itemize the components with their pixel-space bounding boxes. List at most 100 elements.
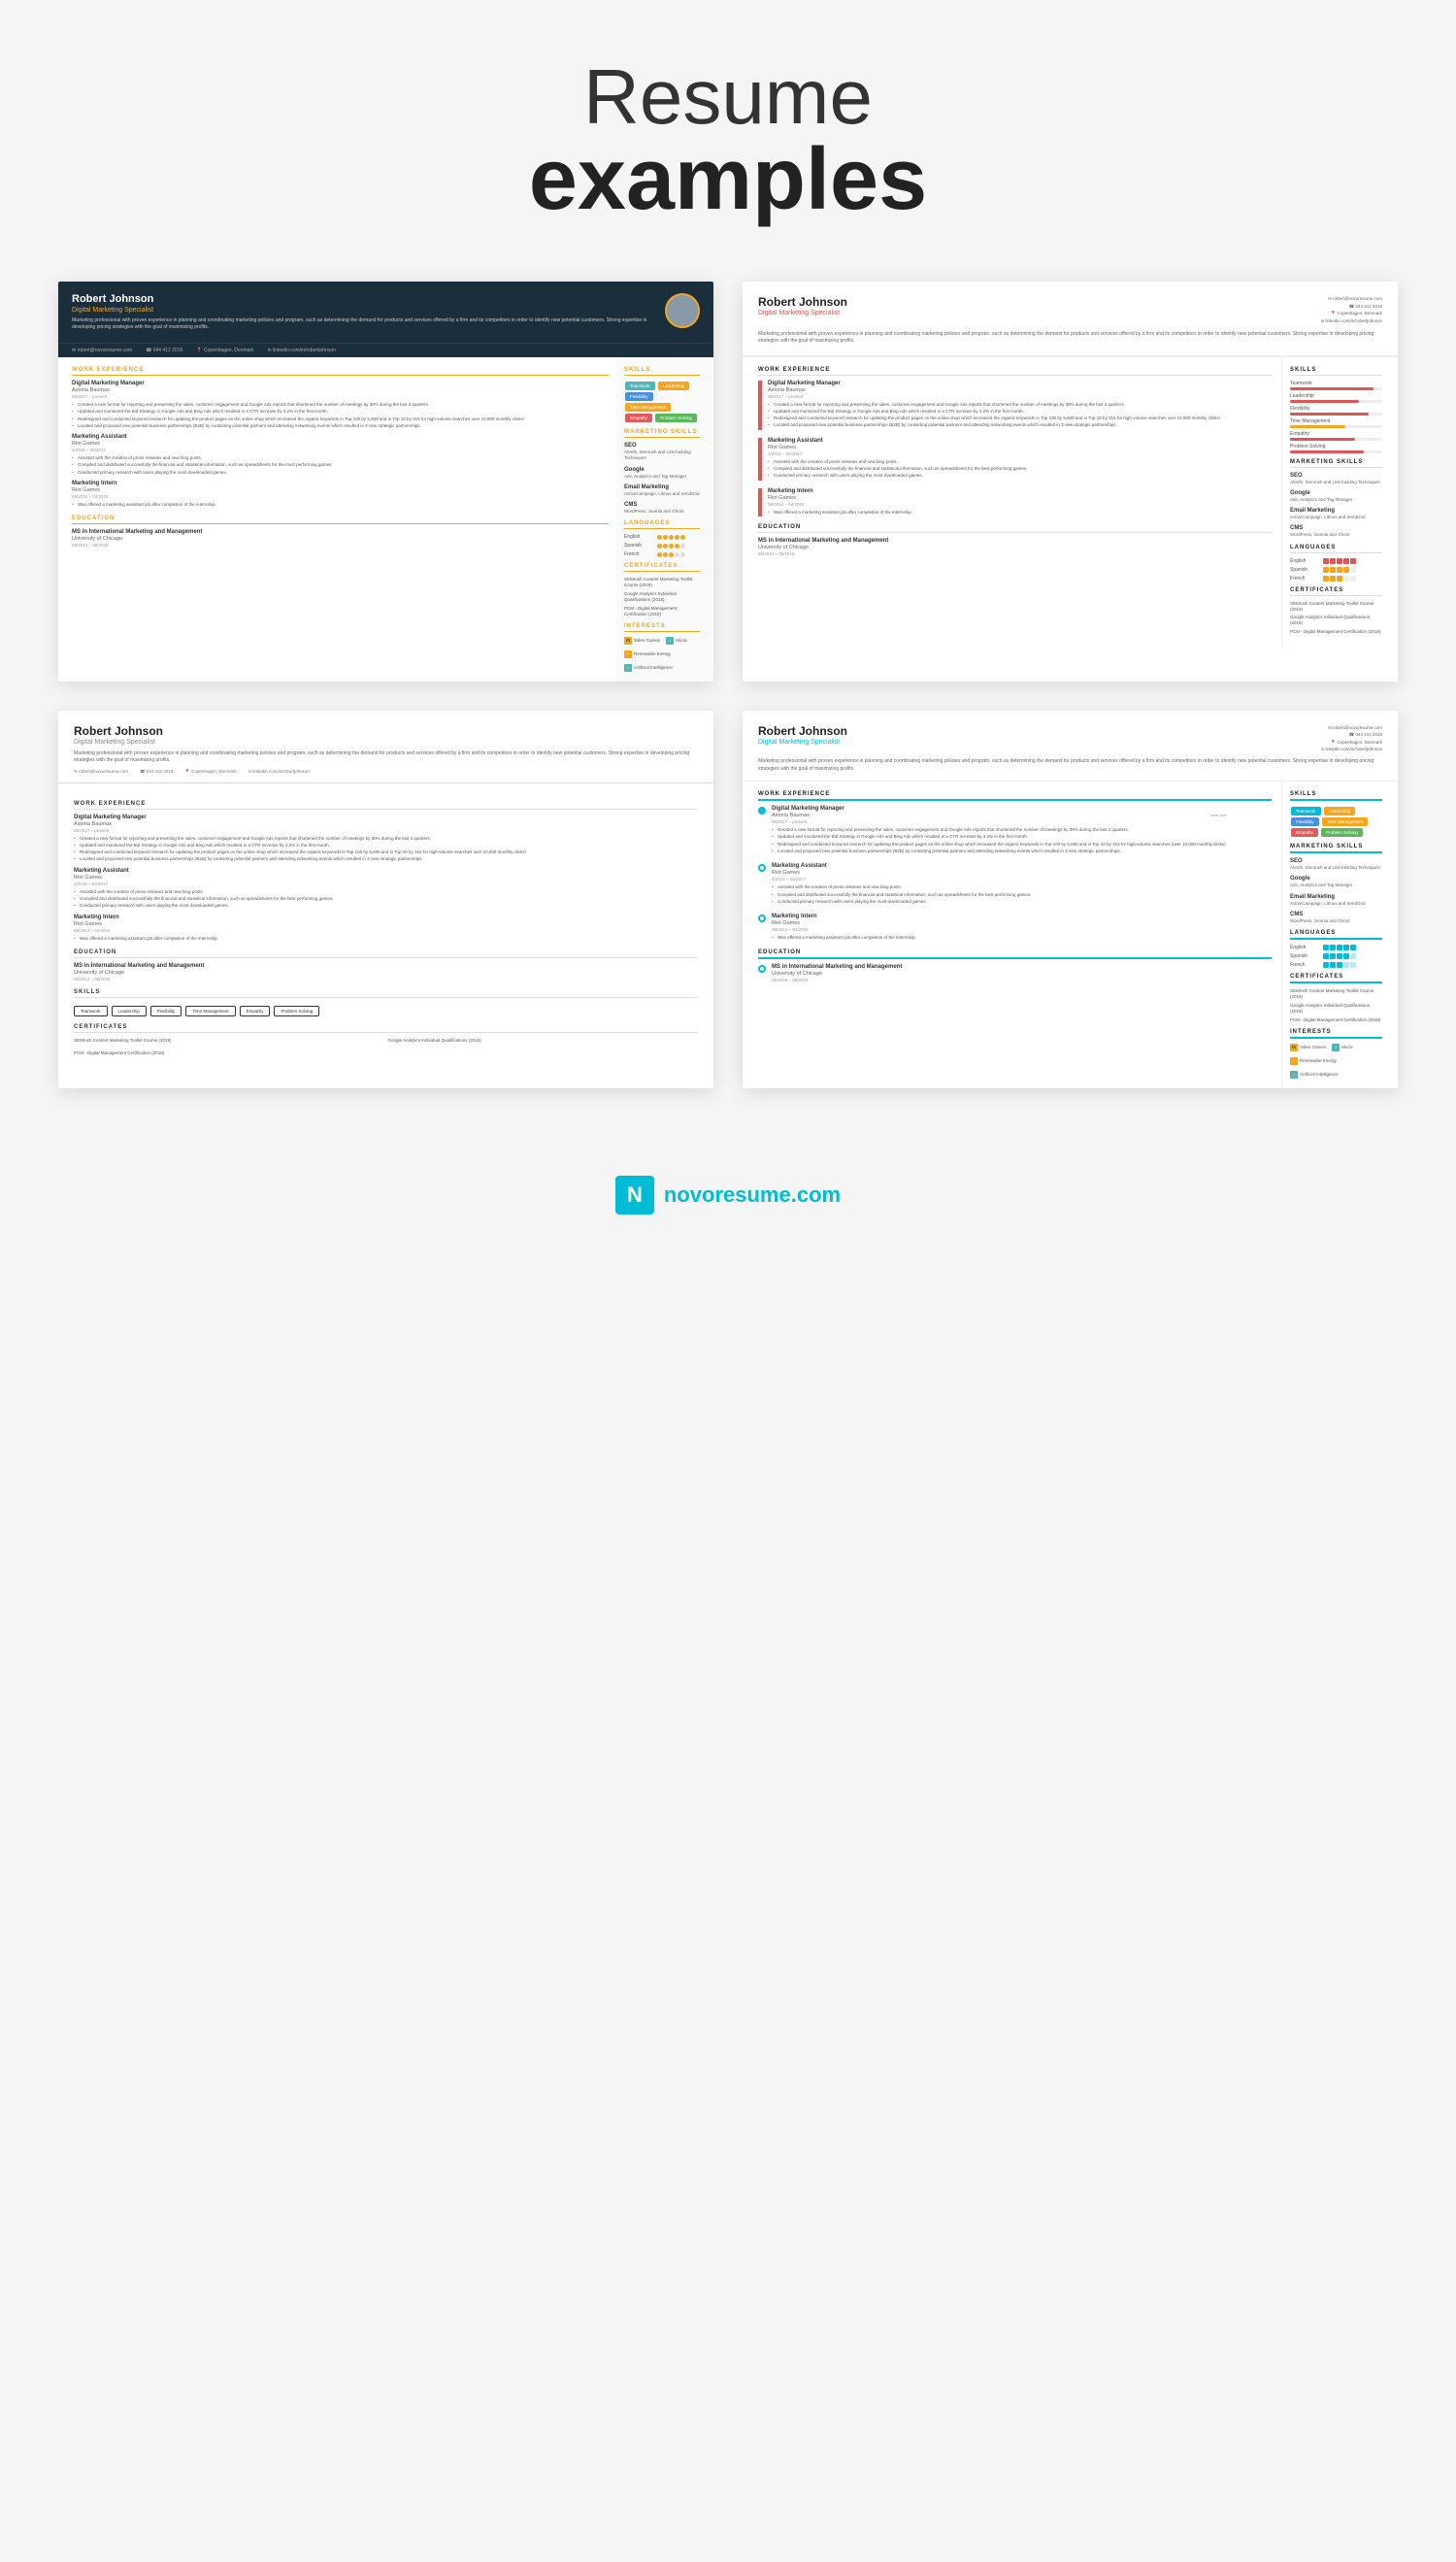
job-1-company: Astoria Baumax — [72, 387, 609, 393]
resume-2-title: Digital Marketing Specialist — [758, 310, 847, 316]
r4-mktg-google: Google — [1290, 876, 1382, 882]
resume-1-header-text: Robert Johnson Digital Marketing Special… — [72, 293, 655, 331]
resume-4-title: Digital Marketing Specialist — [758, 739, 847, 746]
r4-phone: ☎ 044 412 2019 — [1321, 731, 1382, 739]
r2-job1-date: 06/2017 – present — [768, 394, 1220, 399]
resume-1-mktg-title: MARKETING SKILLS — [624, 429, 700, 438]
r2-lang-english: English — [1290, 558, 1382, 564]
resume-2-header-top: Robert Johnson Digital Marketing Special… — [758, 295, 1382, 325]
r4-interest-renewable: ⚡ Renewable Energy — [1290, 1057, 1337, 1065]
mktg-email-text: ActiveCampaign, Litmus and SendGrid — [624, 491, 700, 497]
r4-skill-empathy: Empathy — [1291, 828, 1318, 837]
resume-1-lang-title: LANGUAGES — [624, 520, 700, 529]
resume-4-header: Robert Johnson Digital Marketing Special… — [743, 711, 1398, 782]
interests-row: 🎮 Video Games ♪ Music ⚡ Renewable Energy… — [624, 637, 700, 672]
r4-job2: Marketing Assistant Riot Games 4/2015 – … — [758, 863, 1272, 906]
resume-grid: Robert Johnson Digital Marketing Special… — [0, 262, 1456, 1147]
r2-cert-1: SEMrush Content Marketing Toolkit Course… — [1290, 601, 1382, 613]
r4-cert-3: PCM - Digital Management Certification (… — [1290, 1017, 1382, 1023]
footer-domain-text: novoresume.com — [664, 1182, 841, 1208]
job-1-bullet-3: Redesigned and conducted keyword researc… — [72, 416, 609, 422]
r3-job3-company: Riot Games — [74, 921, 698, 927]
resume-3-name: Robert Johnson — [74, 724, 698, 738]
r4-edu-title: EDUCATION — [758, 949, 1272, 959]
edu-1-school: University of Chicago — [72, 536, 609, 542]
lang-spanish: Spanish — [624, 543, 700, 549]
resume-1-cert-title: CERTIFICATES — [624, 563, 700, 572]
job-3-note: Was offered a marketing assistant job af… — [72, 502, 609, 508]
skill-leadership: Leadership — [658, 382, 689, 390]
resume-1-title: Digital Marketing Specialist — [72, 307, 655, 314]
resume-4-desc: Marketing professional with proven exper… — [758, 758, 1382, 773]
r4-circle-2 — [758, 864, 766, 872]
r4-location: 📍 Copenhagen, Denmark — [1321, 739, 1382, 747]
r4-mktg-email: Email Marketing — [1290, 894, 1382, 900]
resume-1-phone: ☎ 044 412 2019 — [146, 348, 182, 353]
resume-card-2: Robert Johnson Digital Marketing Special… — [743, 282, 1398, 682]
resume-1-email: ✉ robert@novoresume.com — [72, 348, 132, 353]
r2-job2: Marketing Assistant Riot Games 4/2015 – … — [758, 438, 1272, 481]
r4-skill-leadership: Leadership — [1324, 807, 1355, 815]
r2-cert-3: PCM - Digital Management Certification (… — [1290, 629, 1382, 635]
r3-job3-date: 08/2014 – 04/2015 — [74, 928, 698, 933]
job-2-company: Riot Games — [72, 441, 609, 447]
r3-job2-title: Marketing Assistant — [74, 868, 698, 874]
r4-work-title: WORK EXPERIENCE — [758, 791, 1272, 801]
r3-cert-1: SEMrush Content Marketing Toolkit Course… — [74, 1038, 384, 1044]
r4-job3: Marketing Intern Riot Games 08/2014 – 04… — [758, 914, 1272, 942]
resume-3-header: Robert Johnson Digital Marketing Special… — [58, 711, 713, 783]
r2-work-title: WORK EXPERIENCE — [758, 367, 1272, 376]
skill-problemsolving: Problem Solving — [655, 414, 697, 422]
interest-videogames: 🎮 Video Games — [624, 637, 660, 645]
r4-cert-2: Google Analytics Individual Qualificatio… — [1290, 1003, 1382, 1015]
r2-lang-french: French — [1290, 576, 1382, 582]
r4-job2-content: Marketing Assistant Riot Games 4/2015 – … — [772, 863, 1031, 906]
resume-4-left: WORK EXPERIENCE Digital Marketing Manage… — [743, 782, 1281, 1087]
r4-skill-time: Time Management — [1322, 817, 1368, 826]
r2-linkedin: in linkedin.com/in/robertjohnson — [1321, 317, 1382, 325]
r4-job1: Digital Marketing Manager Astoria Baumax… — [758, 806, 1272, 855]
r4-skill-problem: Problem Solving — [1321, 828, 1363, 837]
resume-2-header: Robert Johnson Digital Marketing Special… — [743, 282, 1398, 357]
r2-skills-title: SKILLS — [1290, 367, 1382, 376]
interest-renewable: ⚡ Renewable Energy — [624, 650, 671, 658]
r3-job1-date: 06/2017 – present — [74, 828, 698, 833]
mktg-seo: SEO — [624, 443, 700, 449]
r2-mktg-google: Google — [1290, 490, 1382, 496]
resume-1-photo — [665, 293, 700, 328]
resume-4-right: SKILLS Teamwork Leadership Flexibility T… — [1281, 782, 1398, 1087]
footer-logo: N — [615, 1176, 654, 1214]
r2-mktg-email: Email Marketing — [1290, 508, 1382, 514]
r4-lang-french: French — [1290, 962, 1382, 968]
r2-job2-title: Marketing Assistant — [768, 438, 1027, 444]
r2-skill-problem: Problem Solving — [1290, 444, 1382, 453]
skill-empathy: Empathy — [625, 414, 652, 422]
job-2-bullet-2: Compiled and distributed successfully th… — [72, 462, 609, 468]
r2-phone: ☎ 044 412 2019 — [1321, 303, 1382, 311]
resume-3-contact: ✉ robert@novoresume.com ☎ 044 412 2019 📍… — [74, 769, 698, 775]
r3-cert-3: PCM - Digital Management Certification (… — [74, 1050, 384, 1056]
resume-1-location: 📍 Copenhagen, Denmark — [196, 348, 253, 353]
r3-skill-6: Problem Solving — [274, 1006, 319, 1016]
r4-cert-1: SEMrush Content Marketing Toolkit Course… — [1290, 988, 1382, 1000]
r2-job3-content: Marketing Intern Riot Games 08/2014 – 04… — [768, 488, 912, 516]
r4-cert-title: CERTIFICATES — [1290, 974, 1382, 983]
footer-domain-suffix: .com — [791, 1182, 841, 1207]
r2-job1-company: Astoria Baumax — [768, 387, 1220, 393]
r4-skill-flexibility: Flexibility — [1291, 817, 1319, 826]
job-2-date: 4/2015 – 06/2017 — [72, 448, 609, 452]
page-title-bold: examples — [19, 136, 1437, 223]
resume-1-interests-title: INTERESTS — [624, 623, 700, 632]
r3-phone: ☎ 044 412 2019 — [140, 769, 173, 775]
resume-4-name: Robert Johnson — [758, 724, 847, 738]
resume-1-body: WORK EXPERIENCE Digital Marketing Manage… — [58, 357, 713, 682]
job-3-title: Marketing Intern — [72, 481, 609, 486]
r3-job3-title: Marketing Intern — [74, 915, 698, 920]
page-header: Resume examples — [0, 0, 1456, 262]
resume-1-skills-title: SKILLS — [624, 367, 700, 376]
footer-domain-prefix: novoresume — [664, 1182, 791, 1207]
resume-1-header: Robert Johnson Digital Marketing Special… — [58, 282, 713, 343]
mktg-seo-text: Ahrefs, Semrush and Link-building Techni… — [624, 449, 700, 462]
mktg-email: Email Marketing — [624, 484, 700, 490]
r3-job1-company: Astoria Baumax — [74, 821, 698, 827]
